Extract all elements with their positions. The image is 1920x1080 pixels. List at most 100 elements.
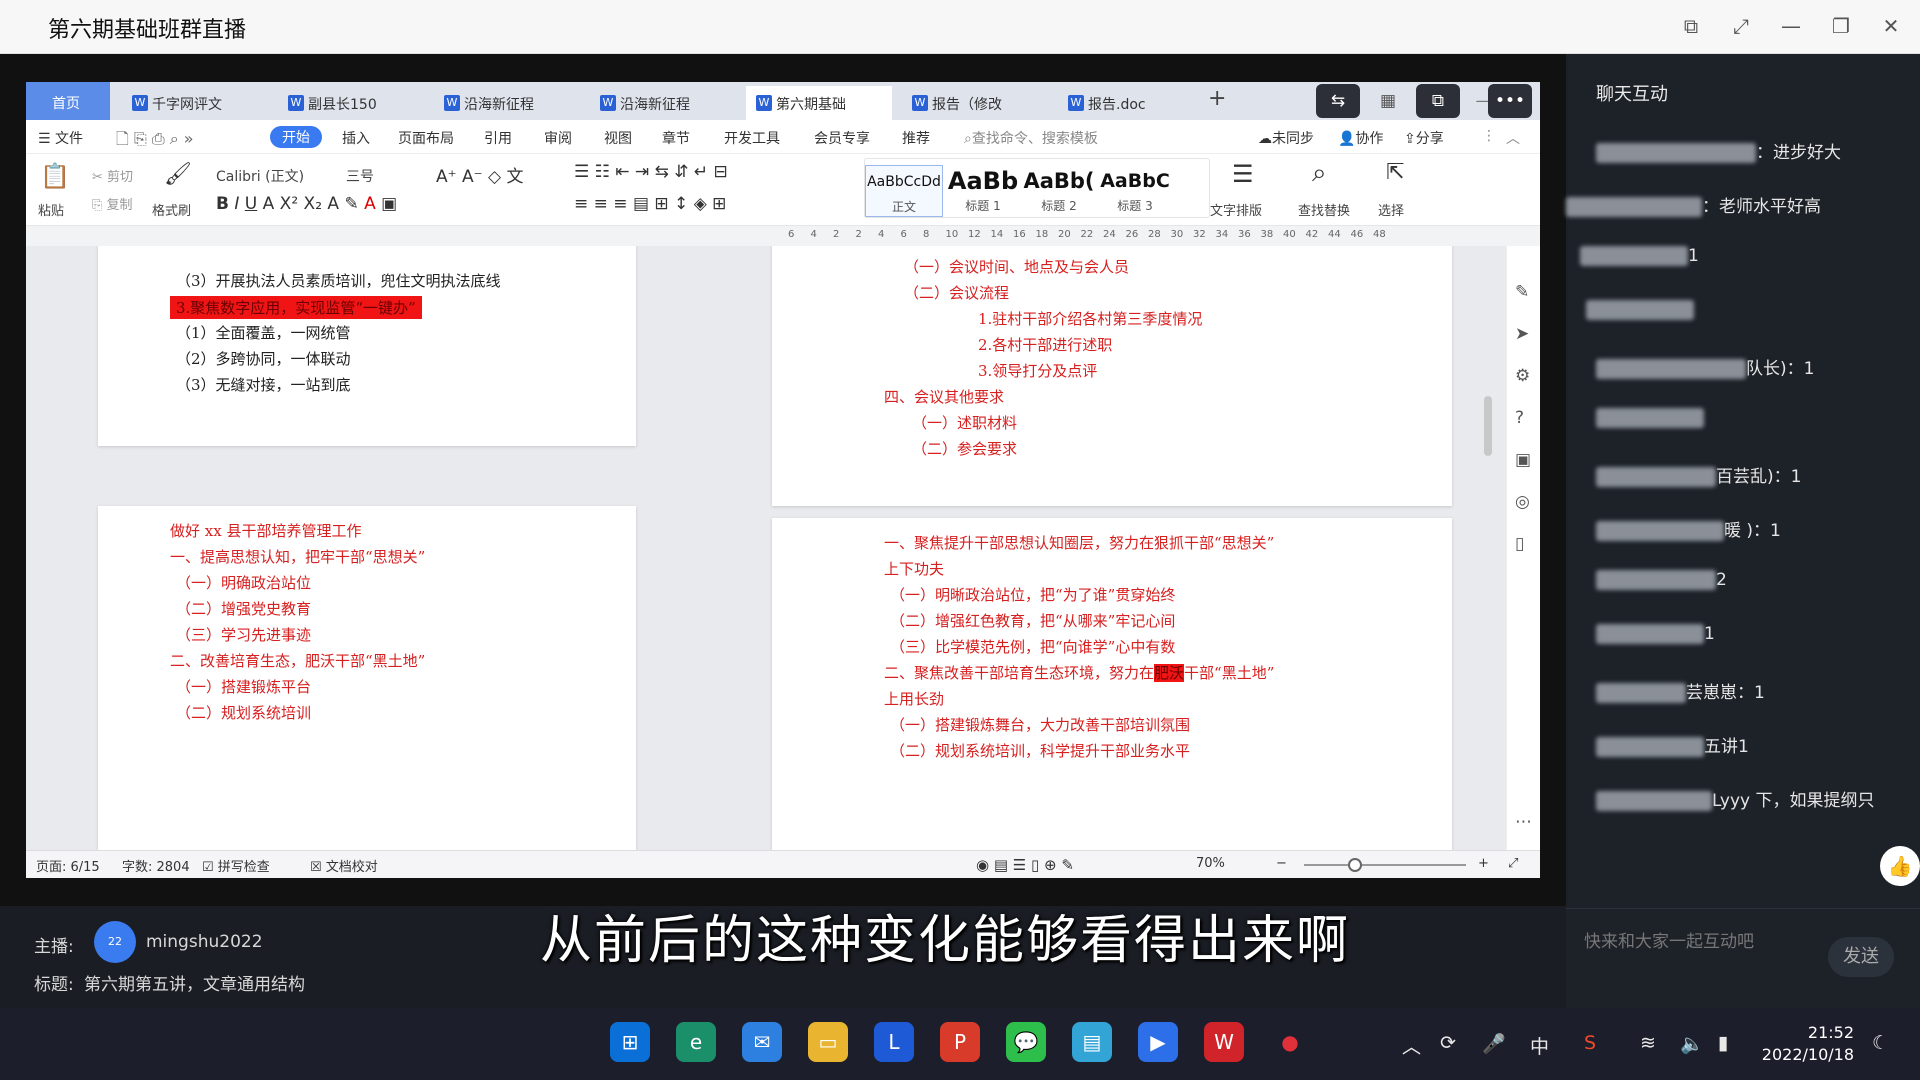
share-button[interactable]: ⇪分享 bbox=[1404, 128, 1444, 148]
more-menu-icon[interactable]: ⋮ bbox=[1482, 128, 1496, 144]
doc-line[interactable]: （二）会议流程 bbox=[904, 282, 1009, 303]
doc-line[interactable]: （一）会议时间、地点及与会人员 bbox=[904, 256, 1129, 277]
spell-check[interactable]: ☑ 拼写检查 bbox=[202, 856, 270, 875]
fit-screen-icon[interactable]: ⤢ bbox=[1508, 856, 1518, 871]
menu-start[interactable]: 开始 bbox=[270, 126, 322, 148]
tab-document[interactable]: W 千字网评文 bbox=[122, 86, 268, 120]
tab-document[interactable]: W 副县长150 bbox=[278, 86, 424, 120]
recorder-icon[interactable]: ● bbox=[1270, 1022, 1310, 1062]
avatar[interactable]: 22 bbox=[94, 921, 136, 963]
find-replace-button[interactable]: 查找替换 bbox=[1298, 200, 1350, 219]
minimize-icon[interactable]: — bbox=[1776, 14, 1806, 38]
sync-status[interactable]: ☁未同步 bbox=[1258, 128, 1314, 148]
lanxin-app-icon[interactable]: L bbox=[874, 1022, 914, 1062]
sync-icon[interactable]: ⟳ bbox=[1440, 1032, 1456, 1054]
zoom-out-icon[interactable]: − bbox=[1276, 856, 1287, 871]
copy-button[interactable]: ⎘ 复制 bbox=[92, 194, 133, 213]
doc-line[interactable]: （二）规划系统培训，科学提升干部业务水平 bbox=[890, 740, 1190, 761]
menu-view[interactable]: 视图 bbox=[604, 128, 632, 148]
doc-line[interactable]: 一、提高思想认知，把牢干部“思想关” bbox=[170, 546, 425, 567]
style-heading-3[interactable]: AaBbC 标题 3 bbox=[1099, 165, 1171, 217]
zoom-slider[interactable] bbox=[1304, 864, 1466, 866]
font-select[interactable]: Calibri (正文) bbox=[216, 166, 304, 186]
menu-dev-tools[interactable]: 开发工具 bbox=[724, 128, 780, 148]
doc-line[interactable]: （三）比学模范先例，把“向谁学”心中有数 bbox=[890, 636, 1175, 657]
menu-chapter[interactable]: 章节 bbox=[662, 128, 690, 148]
word-count[interactable]: 字数: 2804 bbox=[122, 856, 190, 875]
edge-browser-icon[interactable]: e bbox=[676, 1022, 716, 1062]
doc-line[interactable]: 1.驻村干部介绍各村第三季度情况 bbox=[978, 308, 1202, 329]
wechat-icon[interactable]: 💬 bbox=[1006, 1022, 1046, 1062]
doc-line[interactable]: （1）全面覆盖，一网统管 bbox=[176, 322, 351, 343]
more-icon[interactable]: ••• bbox=[1488, 84, 1532, 118]
menu-file[interactable]: ☰ 文件 bbox=[38, 128, 83, 148]
paste-icon[interactable]: 📋 bbox=[40, 162, 70, 190]
battery-icon[interactable]: ▮ bbox=[1718, 1032, 1728, 1054]
doc-line[interactable]: 二、聚焦改善干部培育生态环境，努力在肥沃干部“黑土地” bbox=[884, 662, 1274, 683]
list-icons[interactable]: ☰ ☷ ⇤ ⇥ ⇆ ⇵ ↵ ⊟ bbox=[574, 162, 728, 182]
notepad-icon[interactable]: ▤ bbox=[1072, 1022, 1112, 1062]
menu-member[interactable]: 会员专享 bbox=[814, 128, 870, 148]
collab-button[interactable]: 👤协作 bbox=[1338, 128, 1383, 148]
chat-input[interactable]: 快来和大家一起互动吧 bbox=[1584, 927, 1754, 952]
volume-icon[interactable]: 🔈 bbox=[1680, 1032, 1704, 1055]
wps-icon[interactable]: W bbox=[1204, 1022, 1244, 1062]
select-button[interactable]: 选择 bbox=[1378, 200, 1404, 219]
page-indicator[interactable]: 页面: 6/15 bbox=[36, 856, 100, 875]
window-switch-icon[interactable]: ⧉ bbox=[1416, 84, 1460, 118]
location-icon[interactable]: ◎ bbox=[1515, 492, 1530, 512]
close-icon[interactable]: ✕ bbox=[1876, 14, 1906, 38]
doc-line[interactable]: 一、聚焦提升干部思想认知圈层，努力在狠抓干部“思想关” bbox=[884, 532, 1274, 553]
new-tab-button[interactable]: + bbox=[1208, 86, 1226, 111]
send-button[interactable]: 发送 bbox=[1828, 937, 1894, 977]
live-app-icon[interactable]: ▶ bbox=[1138, 1022, 1178, 1062]
pip-icon[interactable]: ⧉ bbox=[1676, 14, 1706, 38]
command-search[interactable]: ⌕查找命令、搜索模板 bbox=[964, 128, 1098, 148]
tab-document[interactable]: W 沿海新征程 bbox=[590, 86, 736, 120]
tab-document-active[interactable]: W 第六期基础 bbox=[746, 86, 892, 120]
tray-expand-icon[interactable]: ︿ bbox=[1402, 1032, 1421, 1059]
menu-references[interactable]: 引用 bbox=[484, 128, 512, 148]
settings-sliders-icon[interactable]: ⚙ bbox=[1515, 366, 1530, 386]
cut-button[interactable]: ✂ 剪切 bbox=[92, 166, 133, 185]
doc-line[interactable]: 二、改善培育生态，肥沃干部“黑土地” bbox=[170, 650, 425, 671]
doc-line[interactable]: 做好 xx 县干部培养管理工作 bbox=[170, 520, 361, 541]
paste-button[interactable]: 粘贴 bbox=[38, 200, 64, 219]
text-layout-icon[interactable]: ☰ bbox=[1232, 160, 1254, 188]
doc-line[interactable]: 3.领导打分及点评 bbox=[978, 360, 1097, 381]
doc-line[interactable]: （二）增强党史教育 bbox=[176, 598, 311, 619]
cursor-icon[interactable]: ⇱ bbox=[1386, 160, 1404, 185]
collapse-ribbon-icon[interactable]: ︿ bbox=[1506, 128, 1520, 148]
maximize-icon[interactable]: ❐ bbox=[1826, 14, 1856, 38]
format-icons[interactable]: B I U A X² X₂ A ✎ A ▣ bbox=[216, 194, 397, 214]
more-icon[interactable]: ⋯ bbox=[1515, 812, 1532, 832]
tab-document[interactable]: W 报告（修改 bbox=[902, 86, 1048, 120]
doc-line[interactable]: （一）述职材料 bbox=[912, 412, 1017, 433]
style-normal[interactable]: AaBbCcDd 正文 bbox=[865, 165, 943, 217]
ime-indicator[interactable]: 中 bbox=[1530, 1032, 1549, 1059]
microphone-icon[interactable]: 🎤 bbox=[1482, 1032, 1506, 1055]
doc-proofread[interactable]: ☒ 文档校对 bbox=[310, 856, 378, 875]
doc-line[interactable]: （一）搭建锻炼舞台，大力改善干部培训氛围 bbox=[890, 714, 1190, 735]
text-layout-button[interactable]: 文字排版 bbox=[1210, 200, 1262, 219]
tab-home[interactable]: 首页 bbox=[26, 82, 110, 120]
doc-line[interactable]: （3）开展执法人员素质培训，兜住文明执法底线 bbox=[176, 270, 501, 291]
doc-line[interactable]: （3）无缝对接，一站到底 bbox=[176, 374, 351, 395]
find-icon[interactable]: ⌕ bbox=[1312, 158, 1327, 189]
menu-insert[interactable]: 插入 bbox=[342, 128, 370, 148]
tab-document[interactable]: W 报告.doc bbox=[1058, 86, 1204, 120]
doc-line[interactable]: （二）参会要求 bbox=[912, 438, 1017, 459]
doc-line-highlight[interactable]: 3.聚焦数字应用，实现监管“一键办” bbox=[170, 296, 422, 319]
view-mode-icons[interactable]: ◉ ▤ ☰ ▯ ⊕ ✎ bbox=[976, 856, 1074, 874]
quick-access-icons[interactable]: 🗋 ⎘ ⎙ ⌕ » bbox=[116, 128, 194, 155]
fullscreen-icon[interactable]: ⤢ bbox=[1726, 14, 1756, 38]
style-heading-1[interactable]: AaBb 标题 1 bbox=[947, 165, 1019, 217]
menu-page-layout[interactable]: 页面布局 bbox=[398, 128, 454, 148]
book-icon[interactable]: ▯ bbox=[1515, 534, 1524, 554]
notification-icon[interactable]: ☾ bbox=[1872, 1032, 1889, 1054]
doc-line[interactable]: （二）增强红色教育，把“从哪来”牢记心间 bbox=[890, 610, 1175, 631]
translate-icon[interactable]: ⇆ bbox=[1316, 84, 1360, 118]
pointer-icon[interactable]: ➤ bbox=[1515, 324, 1529, 344]
menu-review[interactable]: 审阅 bbox=[544, 128, 572, 148]
host-name[interactable]: mingshu2022 bbox=[146, 932, 263, 952]
